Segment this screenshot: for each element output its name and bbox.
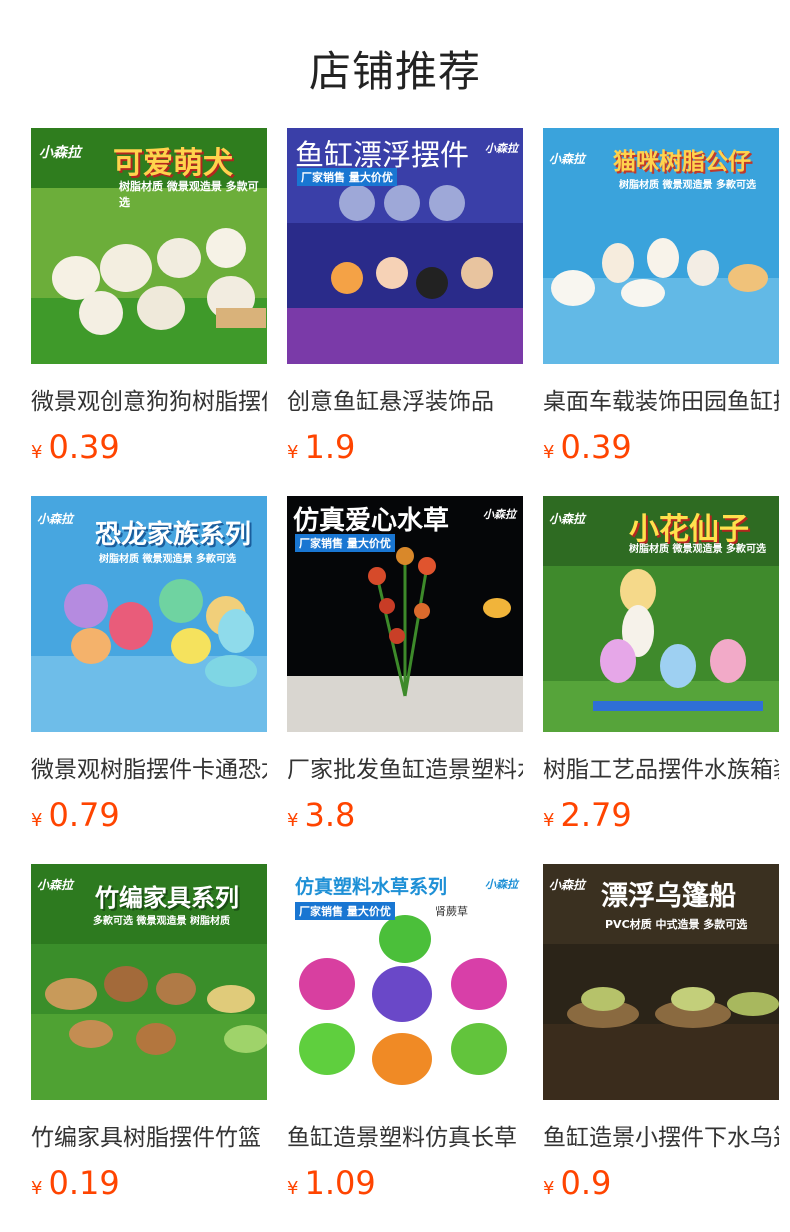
product-banner: 竹编家具系列 — [95, 884, 239, 912]
product-price: ¥0.19 — [31, 1164, 267, 1202]
product-price: ¥2.79 — [543, 796, 779, 834]
section-title: 店铺推荐 — [308, 47, 481, 96]
price-value: 1.9 — [304, 428, 356, 466]
brand-logo: 小森拉 — [549, 152, 586, 166]
currency-symbol: ¥ — [31, 810, 43, 831]
currency-symbol: ¥ — [287, 810, 299, 831]
product-card[interactable]: 鱼缸漂浮摆件 小森拉 厂家销售 量大价优 创意鱼缸悬浮装饰品 ¥1.9 — [287, 128, 523, 466]
product-name[interactable]: 微景观树脂摆件卡通恐龙 — [31, 750, 267, 784]
currency-symbol: ¥ — [543, 810, 555, 831]
product-image[interactable]: 小森拉 恐龙家族系列 树脂材质 微景观造景 多款可选 — [31, 496, 267, 732]
product-price: ¥0.79 — [31, 796, 267, 834]
product-subtitle: 树脂材质 微景观造景 多款可选 — [629, 544, 766, 555]
product-image[interactable]: 小森拉 小花仙子 树脂材质 微景观造景 多款可选 — [543, 496, 779, 732]
product-subtitle: 树脂材质 微景观造景 多款可选 — [99, 554, 236, 565]
brand-logo: 小森拉 — [483, 508, 516, 521]
product-image[interactable]: 小森拉 可爱萌犬 树脂材质 微景观造景 多款可选 — [31, 128, 267, 364]
product-subtitle: 多款可选 微景观造景 树脂材质 — [93, 916, 230, 927]
product-subtitle: 树脂材质 微景观造景 多款可选 — [619, 180, 756, 191]
price-value: 0.39 — [48, 428, 120, 466]
product-image[interactable]: 鱼缸漂浮摆件 小森拉 厂家销售 量大价优 — [287, 128, 523, 364]
product-subtitle: PVC材质 中式造景 多款可选 — [605, 918, 748, 931]
product-image[interactable]: 小森拉 漂浮乌篷船 PVC材质 中式造景 多款可选 — [543, 864, 779, 1100]
currency-symbol: ¥ — [31, 442, 43, 463]
product-price: ¥0.39 — [31, 428, 267, 466]
currency-symbol: ¥ — [543, 1178, 555, 1199]
product-name[interactable]: 竹编家具树脂摆件竹篮 — [31, 1118, 267, 1152]
price-value: 2.79 — [560, 796, 632, 834]
product-name[interactable]: 鱼缸造景小摆件下水乌篷船 — [543, 1118, 779, 1152]
product-variant-label: 肾蕨草 — [435, 905, 468, 918]
product-banner: 恐龙家族系列 — [95, 520, 252, 550]
product-name[interactable]: 厂家批发鱼缸造景塑料水草 — [287, 750, 523, 784]
product-banner: 可爱萌犬 — [113, 146, 233, 181]
brand-logo: 小森拉 — [485, 878, 518, 891]
product-subtitle: 厂家销售 量大价优 — [295, 534, 395, 552]
currency-symbol: ¥ — [287, 1178, 299, 1199]
product-price: ¥1.09 — [287, 1164, 523, 1202]
product-banner: 猫咪树脂公仔 — [613, 149, 751, 175]
price-value: 1.09 — [304, 1164, 376, 1202]
currency-symbol: ¥ — [543, 442, 555, 463]
brand-logo: 小森拉 — [37, 512, 74, 526]
product-card[interactable]: 小森拉 猫咪树脂公仔 树脂材质 微景观造景 多款可选 桌面车载装饰田园鱼缸摆件 … — [543, 128, 779, 466]
brand-logo: 小森拉 — [549, 512, 586, 526]
product-subtitle: 厂家销售 量大价优 — [295, 902, 395, 920]
product-image[interactable]: 小森拉 竹编家具系列 多款可选 微景观造景 树脂材质 — [31, 864, 267, 1100]
price-value: 0.9 — [560, 1164, 612, 1202]
product-card[interactable]: 小森拉 恐龙家族系列 树脂材质 微景观造景 多款可选 微景观树脂摆件卡通恐龙 ¥… — [31, 496, 267, 834]
product-name[interactable]: 鱼缸造景塑料仿真长草 — [287, 1118, 523, 1152]
product-card[interactable]: 小森拉 小花仙子 树脂材质 微景观造景 多款可选 树脂工艺品摆件水族箱装饰 ¥2… — [543, 496, 779, 834]
price-value: 0.79 — [48, 796, 120, 834]
product-name[interactable]: 微景观创意狗狗树脂摆件 — [31, 382, 267, 416]
product-image[interactable]: 仿真塑料水草系列 小森拉 厂家销售 量大价优 肾蕨草 — [287, 864, 523, 1100]
product-card[interactable]: 仿真塑料水草系列 小森拉 厂家销售 量大价优 肾蕨草 鱼缸造景塑料仿真长草 ¥1… — [287, 864, 523, 1202]
product-price: ¥1.9 — [287, 428, 523, 466]
price-value: 3.8 — [304, 796, 356, 834]
product-banner: 仿真塑料水草系列 — [295, 876, 448, 898]
product-name[interactable]: 创意鱼缸悬浮装饰品 — [287, 382, 523, 416]
brand-logo: 小森拉 — [485, 142, 518, 155]
product-card[interactable]: 小森拉 漂浮乌篷船 PVC材质 中式造景 多款可选 鱼缸造景小摆件下水乌篷船 ¥… — [543, 864, 779, 1202]
price-value: 0.19 — [48, 1164, 120, 1202]
product-image[interactable]: 小森拉 猫咪树脂公仔 树脂材质 微景观造景 多款可选 — [543, 128, 779, 364]
product-subtitle: 树脂材质 微景观造景 多款可选 — [119, 180, 259, 209]
product-banner: 漂浮乌篷船 — [601, 881, 736, 912]
product-subtitle: 厂家销售 量大价优 — [297, 168, 397, 186]
product-price: ¥3.8 — [287, 796, 523, 834]
product-banner: 仿真爱心水草 — [293, 506, 450, 536]
product-card[interactable]: 仿真爱心水草 小森拉 厂家销售 量大价优 厂家批发鱼缸造景塑料水草 ¥3.8 — [287, 496, 523, 834]
brand-logo: 小森拉 — [549, 878, 586, 892]
product-price: ¥0.39 — [543, 428, 779, 466]
currency-symbol: ¥ — [287, 442, 299, 463]
product-card[interactable]: 小森拉 竹编家具系列 多款可选 微景观造景 树脂材质 竹编家具树脂摆件竹篮 ¥0… — [31, 864, 267, 1202]
product-price: ¥0.9 — [543, 1164, 779, 1202]
price-value: 0.39 — [560, 428, 632, 466]
brand-logo: 小森拉 — [37, 878, 74, 892]
product-image[interactable]: 仿真爱心水草 小森拉 厂家销售 量大价优 — [287, 496, 523, 732]
product-card[interactable]: 小森拉 可爱萌犬 树脂材质 微景观造景 多款可选 微景观创意狗狗树脂摆件 ¥0.… — [31, 128, 267, 466]
product-name[interactable]: 桌面车载装饰田园鱼缸摆件 — [543, 382, 779, 416]
currency-symbol: ¥ — [31, 1178, 43, 1199]
brand-logo: 小森拉 — [39, 145, 81, 161]
product-name[interactable]: 树脂工艺品摆件水族箱装饰 — [543, 750, 779, 784]
